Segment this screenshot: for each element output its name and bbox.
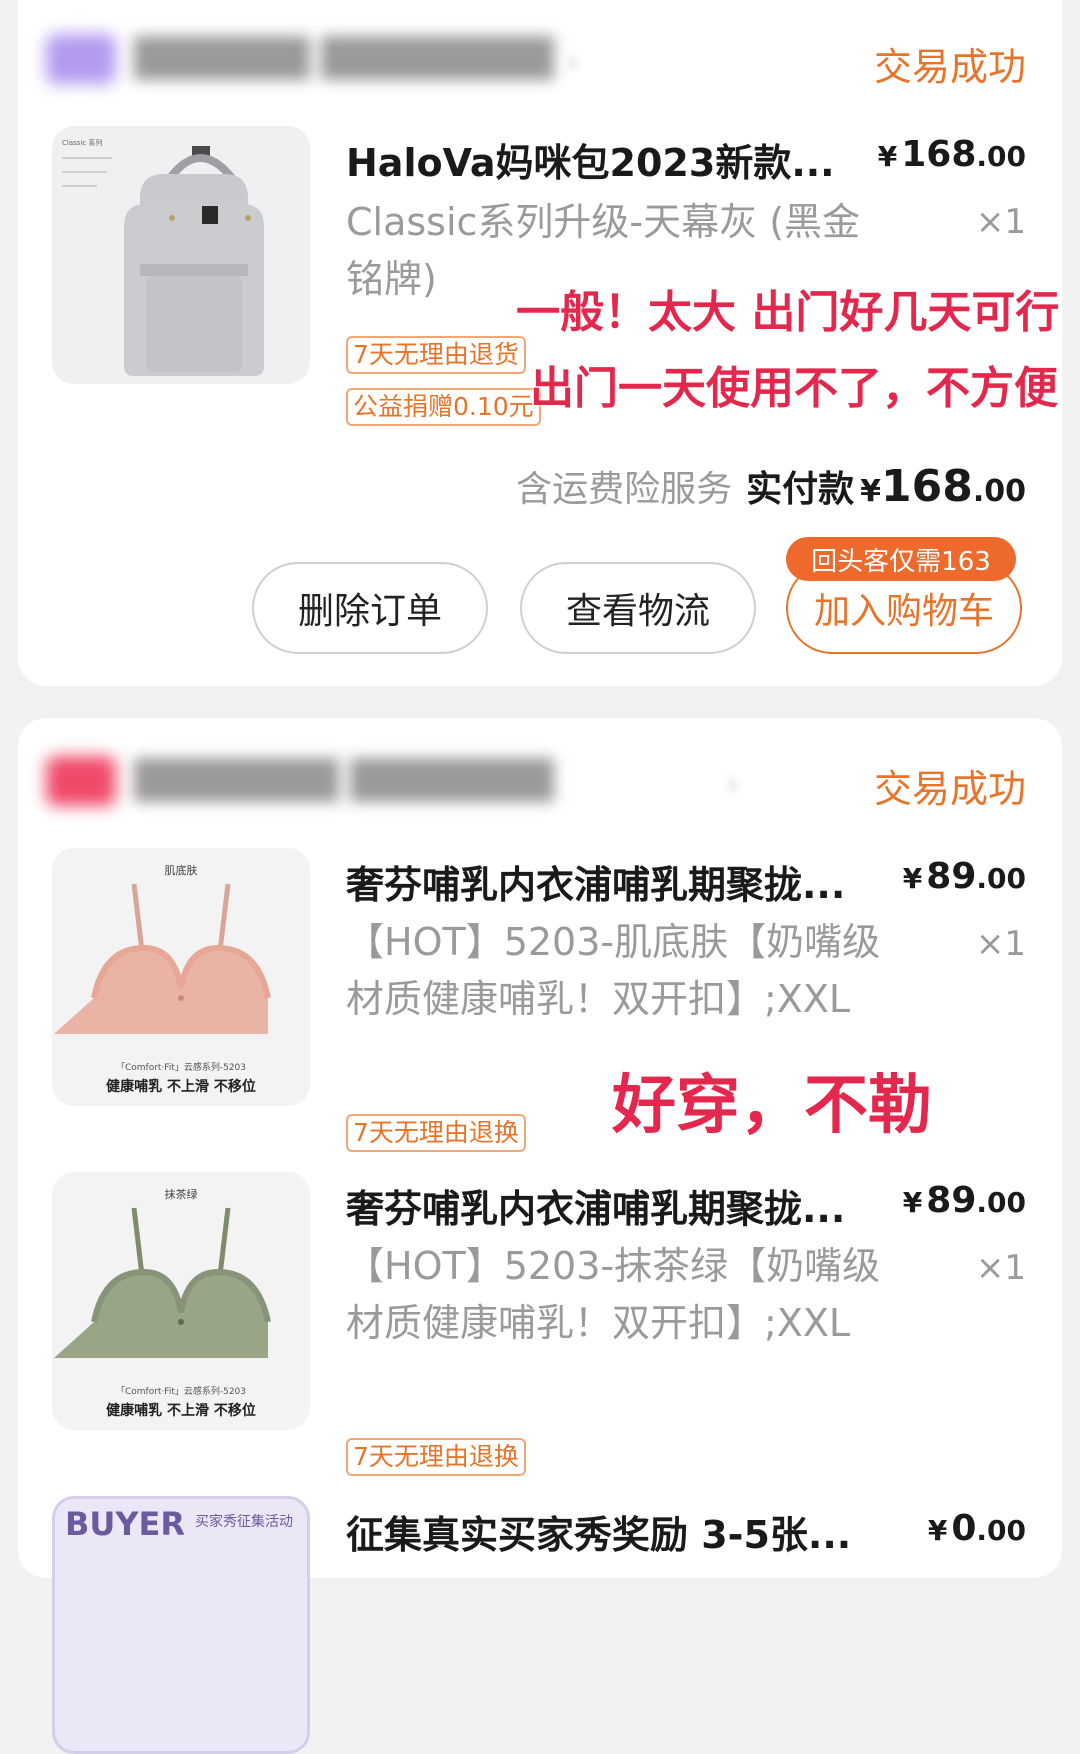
price-integer: 89 [926,856,977,897]
price-decimal: .00 [976,1186,1026,1219]
currency-symbol: ¥ [860,474,881,509]
product-sku: 【HOT】5203-肌底肤【奶嘴级材质健康哺乳！双开扣】;XXL [346,920,881,1021]
return-policy-tag: 7天无理由退换 [346,1114,526,1152]
return-policy-tag: 7天无理由退换 [346,1438,526,1476]
price-decimal: .00 [976,862,1026,895]
price-integer: 89 [926,1180,977,1221]
thumb-series: 「Comfort·Fit」云感系列-5203 [115,1063,247,1073]
order-card[interactable]: ███████ ██████████ › 交易成功 肌底肤 「Comfort·F… [18,718,1062,1754]
product-title[interactable]: HaloVa妈咪包2023新款... [346,132,835,187]
product-sku: 【HOT】5203-抹茶绿【奶嘴级材质健康哺乳！双开扣】;XXL [346,1244,881,1345]
product-price: ¥168.00 [878,134,1026,175]
order-summary: 含运费险服务 实付款 ¥168.00 [516,460,1026,512]
currency-symbol: ¥ [927,1514,948,1547]
product-title[interactable]: 奢芬哺乳内衣浦哺乳期聚拢... [346,854,845,909]
backpack-icon [62,146,264,376]
order-card[interactable]: ██████ ████████ › 交易成功 Classic 系列 HaloVa… [18,0,1062,686]
thumb-buyer-text: BUYER [65,1505,186,1543]
shop-logo [46,756,116,806]
order-status: 交易成功 [873,767,1026,811]
product-thumbnail[interactable]: BUYER 买家秀征集活动 [52,1496,310,1754]
price-decimal: .00 [976,1514,1026,1547]
annotation-line-1: 一般！太大 出门好几天可行 [516,287,1060,338]
shop-header[interactable]: ███████ ██████████ › [46,746,740,816]
product-qty: ×1 [975,924,1026,964]
charity-tag: 公益捐赠0.10元 [346,388,541,426]
thumb-slogan: 健康哺乳 不上滑 不移位 [106,1403,256,1419]
shop-header[interactable]: ██████ ████████ › [46,24,606,94]
shop-name-blurred: ███████ ██████████ [134,758,554,802]
product-price: ¥0.00 [928,1508,1026,1549]
annotation: 好穿，不勒 [612,1069,932,1143]
product-qty: ×1 [975,202,1026,242]
shop-name-blurred: ██████ ████████ [134,36,554,80]
product-thumbnail[interactable]: 抹茶绿 「Comfort·Fit」云感系列-5203 健康哺乳 不上滑 不移位 [52,1172,310,1430]
chevron-right-icon: › [566,42,580,82]
actual-payment-label: 实付款 [746,469,855,510]
delete-order-button[interactable]: 删除订单 [252,562,488,654]
view-logistics-button[interactable]: 查看物流 [520,562,756,654]
returning-customer-badge: 回头客仅需163 [786,537,1016,581]
price-integer: 0 [951,1508,977,1549]
currency-symbol: ¥ [902,862,923,895]
price-integer: 168 [901,134,977,175]
product-thumbnail[interactable]: 肌底肤 「Comfort·Fit」云感系列-5203 健康哺乳 不上滑 不移位 [52,848,310,1106]
product-price: ¥89.00 [903,856,1026,897]
payment-decimal: .00 [972,474,1026,509]
price-decimal: .00 [976,140,1026,173]
order-status: 交易成功 [873,45,1026,89]
currency-symbol: ¥ [877,140,898,173]
chevron-right-icon: › [726,764,740,804]
product-price: ¥89.00 [903,1180,1026,1221]
return-policy-tag: 7天无理由退货 [346,336,526,374]
product-title[interactable]: 征集真实买家秀奖励 3-5张... [346,1504,851,1559]
product-title[interactable]: 奢芬哺乳内衣浦哺乳期聚拢... [346,1178,845,1233]
product-thumbnail[interactable]: Classic 系列 [52,126,310,384]
product-qty: ×1 [975,1248,1026,1288]
thumb-subtitle: 买家秀征集活动 [195,1514,293,1530]
payment-integer: 168 [880,461,973,512]
shop-logo [46,34,116,84]
shipping-insurance-note: 含运费险服务 [516,469,733,510]
annotation-line-2: 出门一天使用不了，不方便 [530,363,1058,414]
thumb-slogan: 健康哺乳 不上滑 不移位 [106,1079,256,1095]
thumb-series: 「Comfort·Fit」云感系列-5203 [115,1387,247,1397]
currency-symbol: ¥ [902,1186,923,1219]
